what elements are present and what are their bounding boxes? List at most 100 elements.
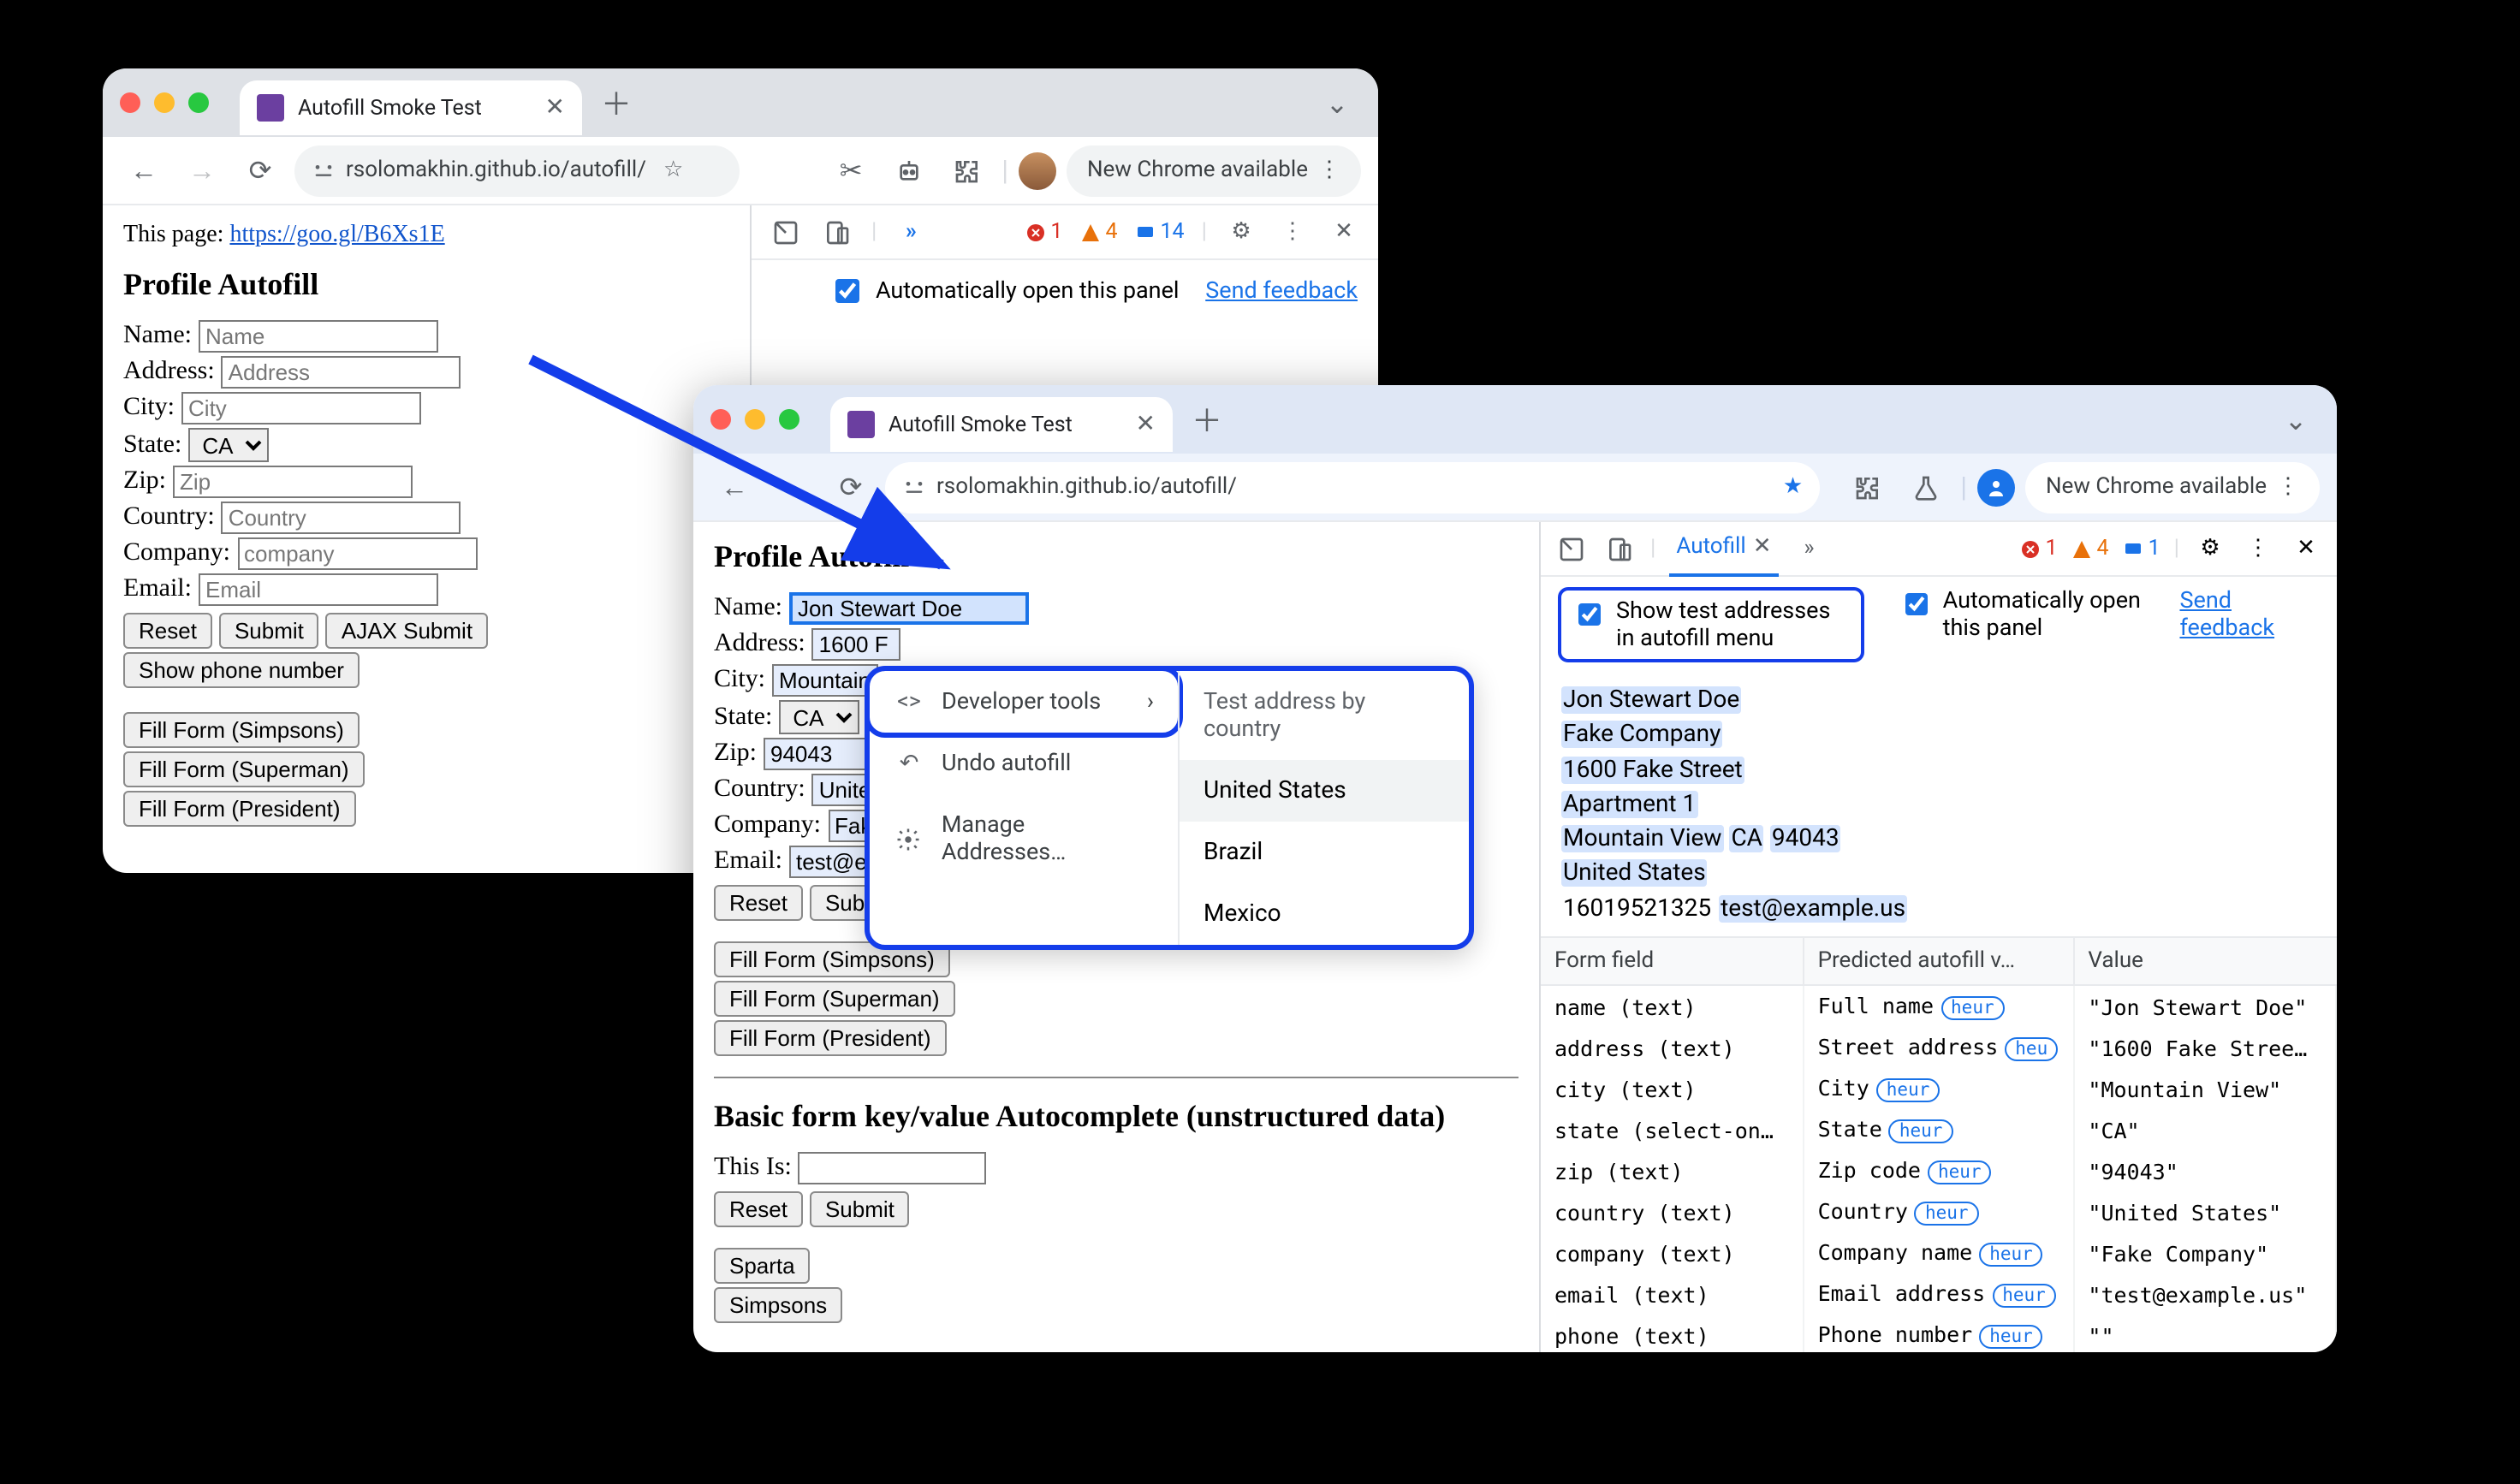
sparta-button[interactable]: Sparta <box>714 1248 811 1284</box>
close-tab-x-icon[interactable]: ✕ <box>1753 534 1772 560</box>
fill-superman-button[interactable]: Fill Form (Superman) <box>123 751 365 787</box>
name-input[interactable] <box>199 320 438 353</box>
omnibox[interactable]: rsolomakhin.github.io/autofill/ ☆ <box>294 145 740 196</box>
show-test-addresses-checkbox[interactable] <box>1578 603 1601 626</box>
submit2-button[interactable]: Submit <box>810 1191 910 1227</box>
fill-president-button[interactable]: Fill Form (President) <box>714 1020 947 1056</box>
close-devtools-icon[interactable]: ✕ <box>1327 215 1361 249</box>
close-tab-icon[interactable]: ✕ <box>545 94 565 122</box>
email-input[interactable] <box>199 573 438 606</box>
simpsons-button[interactable]: Simpsons <box>714 1287 842 1323</box>
send-feedback-link[interactable]: Send feedback <box>2179 587 2320 642</box>
new-chrome-chip[interactable]: New Chrome available ⋮ <box>2025 461 2320 513</box>
profile-avatar[interactable] <box>1977 468 2015 506</box>
close-tab-icon[interactable]: ✕ <box>1136 411 1156 438</box>
auto-open-checkbox[interactable] <box>836 279 860 303</box>
autofill-tab[interactable]: Autofill ✕ <box>1669 521 1778 576</box>
inspect-icon[interactable] <box>769 215 803 249</box>
browser-tab[interactable]: Autofill Smoke Test ✕ <box>240 80 582 135</box>
country-option-mx[interactable]: Mexico <box>1180 883 1469 945</box>
device-toggle-icon[interactable] <box>1602 531 1637 566</box>
close-window-icon[interactable] <box>710 409 731 430</box>
manage-addresses-item[interactable]: Manage Addresses… <box>870 794 1178 883</box>
browser-tab[interactable]: Autofill Smoke Test ✕ <box>830 397 1173 452</box>
extensions-puzzle-icon[interactable] <box>943 146 991 194</box>
errors-count[interactable]: 1 <box>2019 536 2057 561</box>
company-input[interactable] <box>237 537 477 570</box>
minimize-window-icon[interactable] <box>745 409 765 430</box>
minimize-window-icon[interactable] <box>154 92 175 113</box>
developer-tools-item[interactable]: <> Developer tools › <box>865 666 1183 738</box>
warnings-count[interactable]: 4 <box>1079 219 1117 245</box>
send-feedback-link[interactable]: Send feedback <box>1205 277 1358 305</box>
address-input[interactable] <box>222 356 461 389</box>
settings-gear-icon[interactable]: ⚙ <box>2193 531 2227 566</box>
table-row[interactable]: address (text)Street addressheu"1600 Fak… <box>1541 1027 2336 1068</box>
extension-robot-icon[interactable] <box>885 146 933 194</box>
reload-button[interactable]: ⟳ <box>827 463 875 511</box>
new-chrome-chip[interactable]: New Chrome available ⋮ <box>1067 145 1361 196</box>
warnings-count[interactable]: 4 <box>2071 536 2109 561</box>
fill-superman-button[interactable]: Fill Form (Superman) <box>714 981 955 1017</box>
settings-gear-icon[interactable]: ⚙ <box>1224 215 1258 249</box>
table-row[interactable]: email (text)Email addressheur"test@examp… <box>1541 1273 2336 1315</box>
state-select[interactable]: CA <box>779 700 859 734</box>
forward-button[interactable]: → <box>769 463 817 511</box>
bookmark-star-icon[interactable]: ★ <box>1783 474 1803 500</box>
omnibox[interactable]: rsolomakhin.github.io/autofill/ ★ <box>885 461 1820 513</box>
address-input[interactable] <box>812 628 901 661</box>
more-tabs-button[interactable]: » <box>894 215 928 249</box>
auto-open-option[interactable]: Automatically open this panel <box>1899 587 2146 642</box>
table-row[interactable]: name (text)Full nameheur"Jon Stewart Doe… <box>1541 985 2336 1027</box>
back-button[interactable]: ← <box>710 463 758 511</box>
show-test-addresses-option[interactable]: Show test addresses in autofill menu <box>1558 587 1864 662</box>
labs-flask-icon[interactable] <box>1902 463 1950 511</box>
reset-button[interactable]: Reset <box>714 885 803 921</box>
fill-president-button[interactable]: Fill Form (President) <box>123 791 356 827</box>
reload-button[interactable]: ⟳ <box>236 146 284 194</box>
table-row[interactable]: state (select-on…Stateheur"CA" <box>1541 1109 2336 1150</box>
close-window-icon[interactable] <box>120 92 140 113</box>
errors-count[interactable]: 1 <box>1025 219 1062 245</box>
new-tab-button[interactable]: ＋ <box>592 79 640 127</box>
table-row[interactable]: country (text)Countryheur"United States" <box>1541 1191 2336 1232</box>
tabs-overflow-button[interactable]: ⌄ <box>1313 79 1361 127</box>
more-menu-icon[interactable]: ⋮ <box>2241 531 2275 566</box>
inspect-icon[interactable] <box>1554 531 1589 566</box>
table-row[interactable]: company (text)Company nameheur"Fake Comp… <box>1541 1232 2336 1273</box>
state-select[interactable]: CA <box>188 428 269 462</box>
page-short-link[interactable]: https://goo.gl/B6Xs1E <box>229 223 444 248</box>
site-settings-icon[interactable] <box>902 475 926 499</box>
maximize-window-icon[interactable] <box>188 92 209 113</box>
city-input[interactable] <box>181 392 421 424</box>
ajax-submit-button[interactable]: AJAX Submit <box>326 613 488 649</box>
more-menu-icon[interactable]: ⋮ <box>1275 215 1310 249</box>
messages-count[interactable]: 14 <box>1135 219 1185 245</box>
zip-input[interactable] <box>764 738 870 770</box>
reset-button[interactable]: Reset <box>123 613 212 649</box>
country-input[interactable] <box>222 502 461 534</box>
auto-open-checkbox[interactable] <box>1905 592 1928 616</box>
undo-autofill-item[interactable]: ↶ Undo autofill <box>870 733 1178 794</box>
device-toggle-icon[interactable] <box>820 215 854 249</box>
tabs-overflow-button[interactable]: ⌄ <box>2272 395 2320 443</box>
messages-count[interactable]: 1 <box>2123 536 2160 561</box>
zip-input[interactable] <box>173 466 413 498</box>
table-row[interactable]: city (text)Cityheur"Mountain View" <box>1541 1068 2336 1109</box>
fill-simpsons-button[interactable]: Fill Form (Simpsons) <box>123 712 360 748</box>
maximize-window-icon[interactable] <box>779 409 799 430</box>
forward-button[interactable]: → <box>178 146 226 194</box>
city-input[interactable] <box>772 664 878 697</box>
col-form-field[interactable]: Form field <box>1541 937 1804 985</box>
scissors-icon[interactable]: ✂ <box>827 146 875 194</box>
more-tabs-button[interactable]: » <box>1792 531 1827 566</box>
col-value[interactable]: Value <box>2073 937 2336 985</box>
reset2-button[interactable]: Reset <box>714 1191 803 1227</box>
col-predicted[interactable]: Predicted autofill v… <box>1804 937 2074 985</box>
close-devtools-icon[interactable]: ✕ <box>2289 531 2323 566</box>
thisis-input[interactable] <box>799 1152 987 1184</box>
new-tab-button[interactable]: ＋ <box>1183 395 1231 443</box>
country-option-br[interactable]: Brazil <box>1180 822 1469 883</box>
name-input[interactable] <box>789 592 1029 625</box>
extensions-puzzle-icon[interactable] <box>1844 463 1892 511</box>
